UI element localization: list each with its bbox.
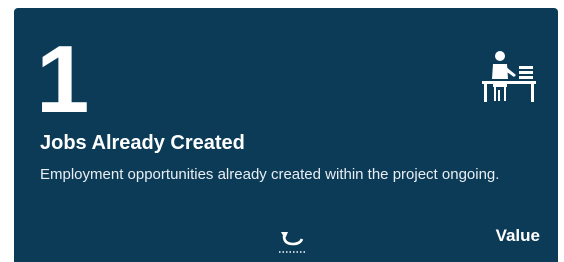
value-link[interactable]: Value	[496, 226, 540, 246]
card-footer: Value	[14, 212, 558, 262]
worker-at-desk-icon	[478, 46, 538, 106]
flip-arrow-icon	[279, 232, 307, 253]
card-title: Jobs Already Created	[40, 132, 245, 154]
card-description: Employment opportunities already created…	[40, 166, 500, 183]
flip-button[interactable]	[276, 222, 310, 256]
jobs-created-card: 1 Jobs Already Created Employment opport…	[14, 8, 558, 262]
big-number: 1	[36, 26, 89, 133]
